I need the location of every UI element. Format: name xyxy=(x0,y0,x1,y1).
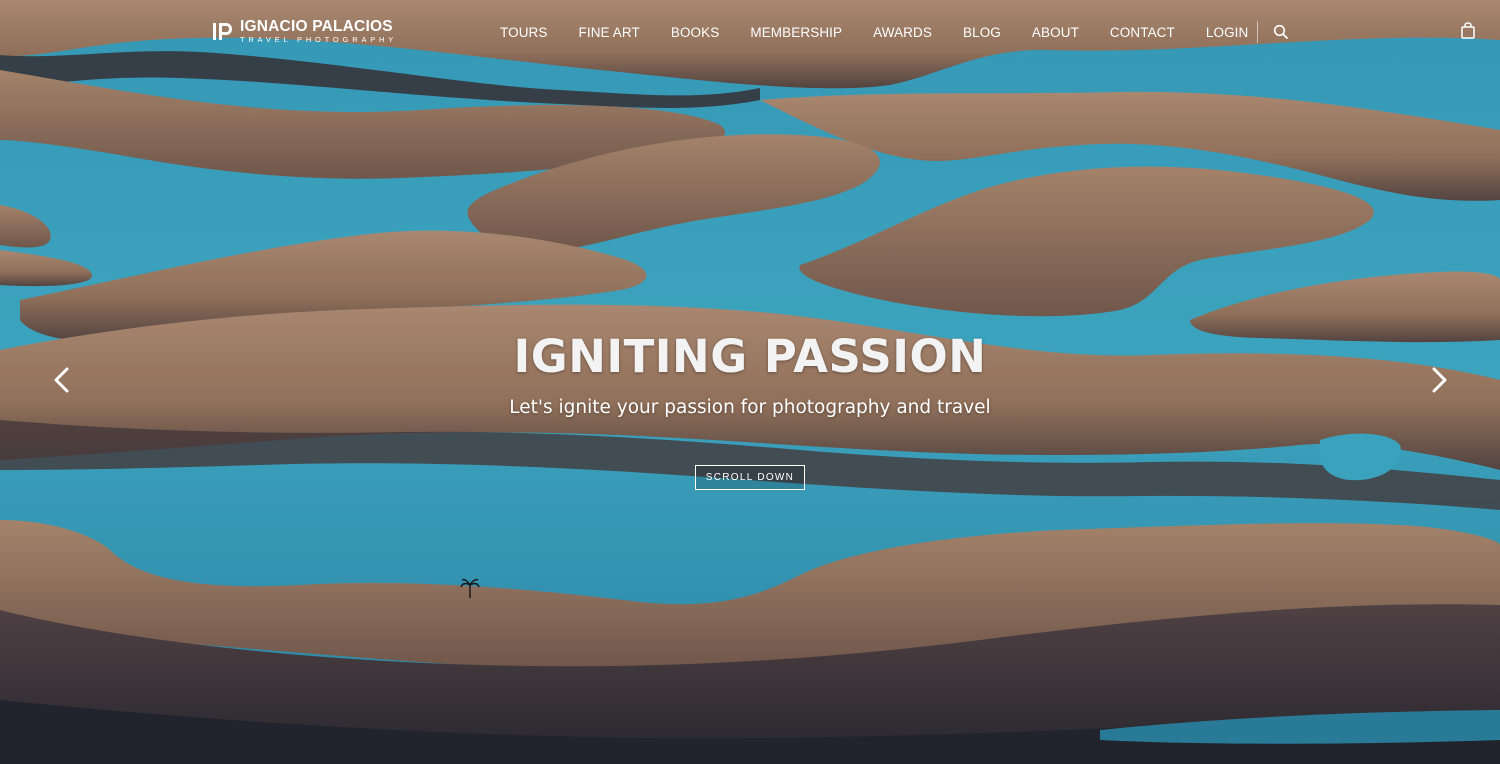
chevron-left-icon[interactable] xyxy=(50,365,74,395)
nav-item-contact[interactable]: CONTACT xyxy=(1110,25,1175,40)
nav-item-fine-art[interactable]: FINE ART xyxy=(579,25,640,40)
nav-item-membership[interactable]: MEMBERSHIP xyxy=(750,25,842,40)
nav-item-about[interactable]: ABOUT xyxy=(1032,25,1079,40)
ip-monogram-logo-icon xyxy=(212,20,234,42)
nav-item-books[interactable]: BOOKS xyxy=(671,25,720,40)
nav-divider xyxy=(1257,21,1258,43)
logo-text: IGNACIO PALACIOS TRAVEL PHOTOGRAPHY xyxy=(240,17,398,44)
shopping-bag-icon[interactable] xyxy=(1461,22,1475,39)
scroll-down-button[interactable]: SCROLL DOWN xyxy=(695,465,805,490)
hero-subtitle: Let's ignite your passion for photograph… xyxy=(509,397,991,418)
logo-name: IGNACIO PALACIOS xyxy=(240,17,393,35)
nav-item-tours[interactable]: TOURS xyxy=(500,25,548,40)
site-header: IGNACIO PALACIOS TRAVEL PHOTOGRAPHY TOUR… xyxy=(0,0,1500,62)
logo-tagline: TRAVEL PHOTOGRAPHY xyxy=(240,35,398,44)
hero-title: IGNITING PASSION xyxy=(513,330,987,383)
site-logo[interactable]: IGNACIO PALACIOS TRAVEL PHOTOGRAPHY xyxy=(212,17,398,44)
nav-item-blog[interactable]: BLOG xyxy=(963,25,1001,40)
hero-slider: IGNACIO PALACIOS TRAVEL PHOTOGRAPHY TOUR… xyxy=(0,0,1500,764)
chevron-right-icon[interactable] xyxy=(1427,365,1451,395)
nav-item-login[interactable]: LOGIN xyxy=(1206,25,1249,40)
nav-item-awards[interactable]: AWARDS xyxy=(873,25,932,40)
search-icon[interactable] xyxy=(1273,24,1289,40)
main-navigation: TOURS FINE ART BOOKS MEMBERSHIP AWARDS B… xyxy=(500,22,1279,42)
